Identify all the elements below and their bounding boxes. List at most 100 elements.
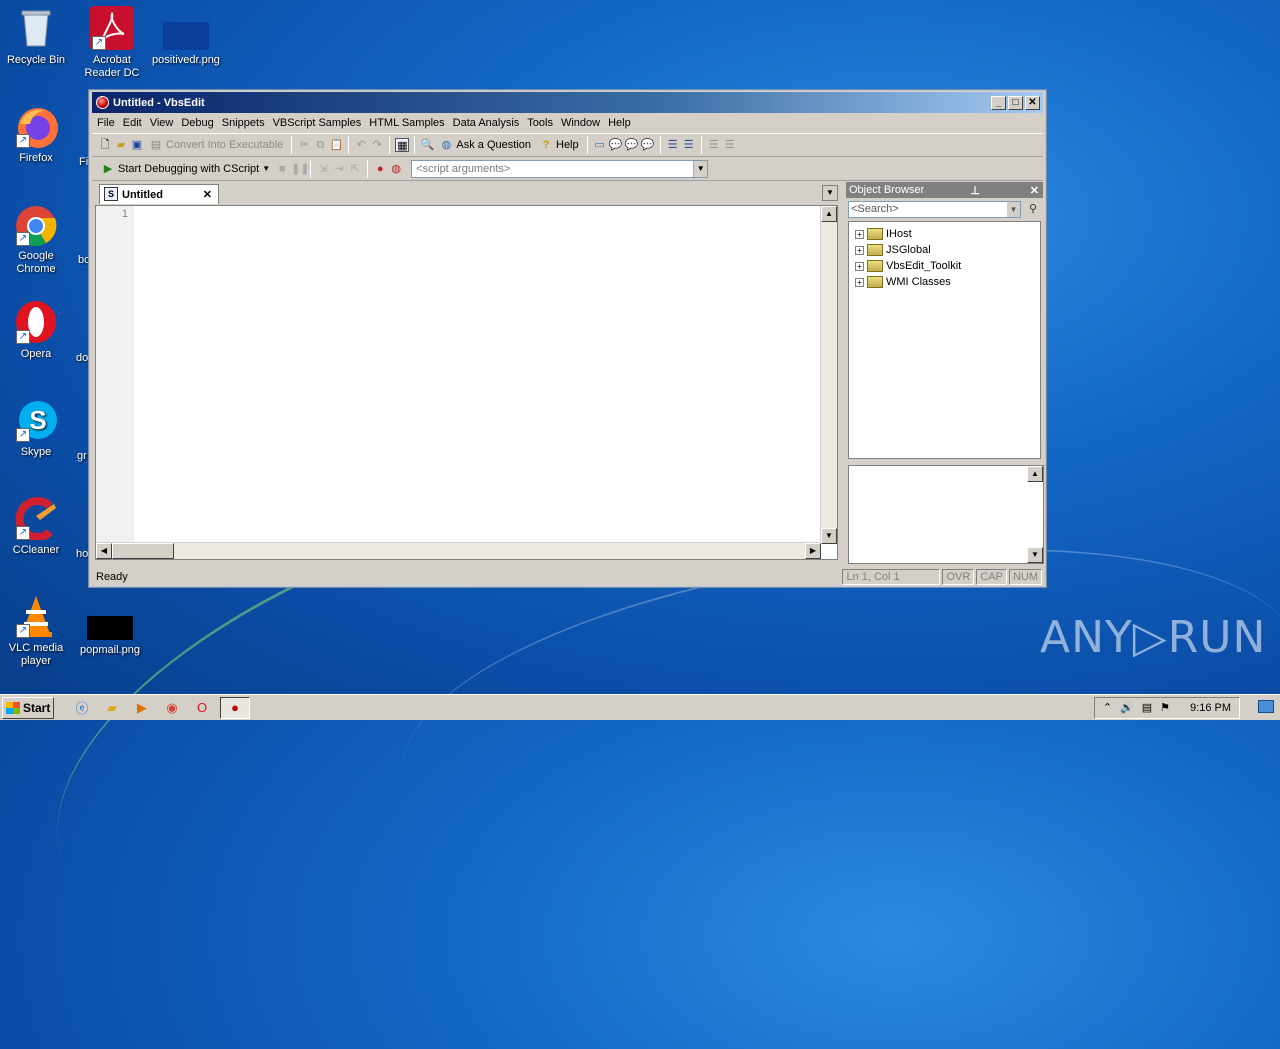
expand-icon[interactable]: +: [855, 229, 864, 239]
comment-prev-icon[interactable]: 💬: [641, 138, 655, 152]
expand-icon[interactable]: +: [855, 245, 864, 255]
menu-vbscript-samples[interactable]: VBScript Samples: [269, 117, 366, 129]
convert-executable-button[interactable]: ▤ Convert Into Executable: [146, 135, 286, 155]
clear-breakpoints-icon[interactable]: ◍: [389, 162, 403, 176]
close-panel-icon[interactable]: ✕: [1030, 184, 1039, 197]
ask-question-button[interactable]: ◍ Ask a Question: [436, 135, 534, 155]
chevron-down-icon[interactable]: ▼: [1007, 202, 1020, 217]
start-debugging-button[interactable]: ▶ Start Debugging with CScript ▼: [98, 159, 273, 179]
uncomment-block-icon[interactable]: ☰: [723, 138, 737, 152]
desktop-icon-skype[interactable]: S ↗ Skype: [0, 398, 72, 459]
scroll-left-icon[interactable]: ◀: [96, 543, 112, 559]
desktop-icon-chrome[interactable]: ↗ Google Chrome: [0, 202, 72, 276]
show-hidden-icons-icon[interactable]: ⌃: [1103, 701, 1112, 714]
tree-item-ihost[interactable]: + IHost: [849, 226, 1040, 242]
desktop-icon-firefox[interactable]: ↗ Firefox: [0, 104, 72, 165]
scroll-down-icon[interactable]: ▼: [1027, 547, 1043, 563]
step-over-icon[interactable]: ⇥: [332, 162, 346, 176]
redo-icon[interactable]: ↷: [370, 138, 384, 152]
menu-view[interactable]: View: [146, 117, 178, 129]
desktop-icon-acrobat[interactable]: ↗ Acrobat Reader DC: [76, 6, 148, 80]
tree-item-vbsedit-toolkit[interactable]: + VbsEdit_Toolkit: [849, 258, 1040, 274]
taskbar-opera-icon[interactable]: O: [190, 697, 214, 719]
new-file-icon[interactable]: 🗋: [98, 138, 112, 152]
taskbar-media-player-icon[interactable]: ▶: [130, 697, 154, 719]
close-button[interactable]: ✕: [1025, 95, 1040, 110]
step-out-icon[interactable]: ⇱: [348, 162, 362, 176]
outdent-icon[interactable]: ☰: [682, 138, 696, 152]
desktop-icon-popmail[interactable]: popmail.png: [74, 594, 146, 657]
scroll-up-icon[interactable]: ▲: [821, 206, 837, 222]
menu-file[interactable]: File: [93, 117, 119, 129]
horizontal-scroll-thumb[interactable]: [112, 543, 174, 559]
scroll-right-icon[interactable]: ▶: [805, 543, 821, 559]
scroll-up-icon[interactable]: ▲: [1027, 466, 1043, 482]
network-icon[interactable]: ▤: [1142, 701, 1152, 714]
bookmark-toggle-icon[interactable]: ▭: [593, 138, 607, 152]
taskbar-chrome-icon[interactable]: ◉: [160, 697, 184, 719]
stop-icon[interactable]: ■: [275, 162, 289, 176]
shortcut-arrow-icon: ↗: [16, 526, 30, 540]
desktop-icon-recycle-bin[interactable]: Recycle Bin: [0, 6, 72, 67]
volume-icon[interactable]: 🔊: [1120, 701, 1134, 714]
chevron-down-icon[interactable]: ▼: [693, 160, 708, 177]
expand-icon[interactable]: +: [855, 261, 864, 271]
menu-snippets[interactable]: Snippets: [218, 117, 269, 129]
start-button[interactable]: Start: [2, 696, 54, 719]
object-browser-toggle-icon[interactable]: ▦: [395, 138, 410, 152]
object-browser-search-input[interactable]: <Search> ▼: [848, 201, 1021, 218]
image-file-icon: [163, 22, 209, 50]
copy-icon[interactable]: ⧉: [313, 138, 327, 152]
pin-icon[interactable]: ⊥: [970, 184, 980, 197]
taskbar-explorer-icon[interactable]: ▰: [100, 697, 124, 719]
horizontal-scrollbar[interactable]: ◀ ▶: [96, 542, 821, 559]
menu-data-analysis[interactable]: Data Analysis: [449, 117, 524, 129]
desktop-icon-opera[interactable]: ↗ Opera: [0, 300, 72, 361]
undo-icon[interactable]: ↶: [354, 138, 368, 152]
menu-html-samples[interactable]: HTML Samples: [365, 117, 448, 129]
indent-icon[interactable]: ☰: [666, 138, 680, 152]
vertical-scrollbar[interactable]: ▲ ▼: [820, 206, 837, 544]
comment-block-icon[interactable]: ☰: [707, 138, 721, 152]
tree-item-jsglobal[interactable]: + JSGlobal: [849, 242, 1040, 258]
taskbar-ie-icon[interactable]: ⓔ: [70, 697, 94, 719]
search-binoculars-icon[interactable]: ⚲: [1025, 202, 1041, 218]
maximize-button[interactable]: □: [1008, 95, 1023, 110]
expand-icon[interactable]: +: [855, 277, 864, 287]
object-description-pane[interactable]: ▲ ▼: [848, 465, 1044, 564]
menu-edit[interactable]: Edit: [119, 117, 146, 129]
code-editor[interactable]: 1 ▲ ▼ ◀ ▶: [95, 205, 838, 560]
help-button[interactable]: ? Help: [536, 135, 582, 155]
paste-icon[interactable]: 📋: [329, 138, 344, 152]
title-bar[interactable]: Untitled - VbsEdit _ □ ✕: [92, 92, 1043, 113]
script-arguments-combo[interactable]: <script arguments> ▼: [411, 159, 709, 178]
clock[interactable]: 9:16 PM: [1190, 702, 1231, 714]
object-browser-header: Object Browser ⊥ ✕: [846, 182, 1043, 198]
menu-tools[interactable]: Tools: [523, 117, 557, 129]
show-desktop-button[interactable]: [1258, 700, 1274, 713]
menu-help[interactable]: Help: [604, 117, 635, 129]
print-preview-icon[interactable]: 🔍: [420, 138, 435, 152]
comment-next-icon[interactable]: 💬: [625, 138, 639, 152]
menu-debug[interactable]: Debug: [177, 117, 217, 129]
action-center-flag-icon[interactable]: ⚑: [1160, 701, 1170, 714]
desktop-icon-vlc[interactable]: ↗ VLC media player: [0, 594, 72, 668]
save-icon[interactable]: ▣: [130, 138, 144, 152]
menu-window[interactable]: Window: [557, 117, 604, 129]
chevron-down-icon[interactable]: ▼: [262, 164, 270, 173]
scroll-down-icon[interactable]: ▼: [821, 528, 837, 544]
minimize-button[interactable]: _: [991, 95, 1006, 110]
step-into-icon[interactable]: ⇲: [316, 162, 330, 176]
comment-icon[interactable]: 💬: [609, 138, 623, 152]
cut-icon[interactable]: ✂: [297, 138, 311, 152]
taskbar-vbsedit-icon[interactable]: ●: [220, 696, 250, 719]
tab-list-chevron-icon[interactable]: ▼: [822, 185, 838, 201]
desktop-icon-positivedr[interactable]: positivedr.png: [150, 6, 222, 67]
tab-untitled[interactable]: S Untitled ✕: [99, 184, 219, 204]
tab-close-icon[interactable]: ✕: [203, 188, 212, 201]
tree-item-wmi-classes[interactable]: + WMI Classes: [849, 274, 1040, 290]
open-folder-icon[interactable]: ▰: [114, 138, 128, 152]
pause-icon[interactable]: ❚❚: [291, 162, 309, 176]
breakpoint-icon[interactable]: ●: [373, 162, 387, 176]
desktop-icon-ccleaner[interactable]: ↗ CCleaner: [0, 496, 72, 557]
